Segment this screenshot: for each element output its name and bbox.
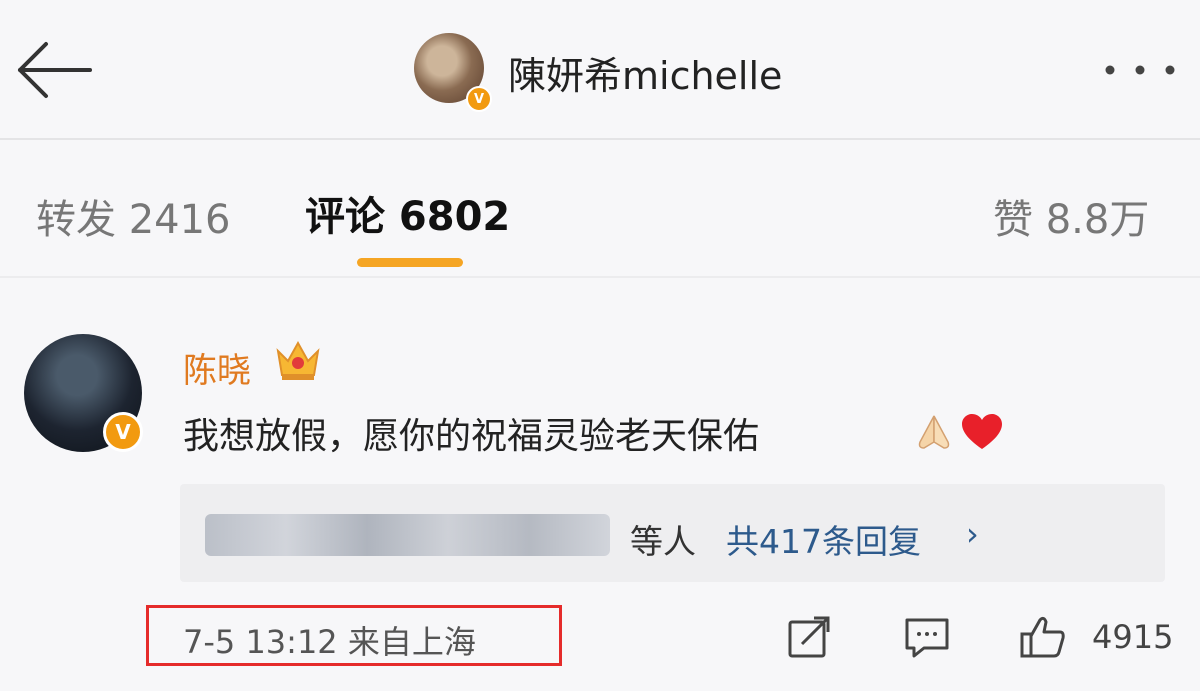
back-arrow-icon[interactable] bbox=[14, 38, 94, 102]
tab-comments[interactable]: 评论 6802 bbox=[305, 184, 510, 242]
comment-text: 我想放假，愿你的祝福灵验老天保佑 bbox=[183, 416, 760, 457]
replies-prefix: 等人 bbox=[630, 522, 696, 561]
tab-repost[interactable]: 转发 2416 bbox=[36, 187, 231, 245]
share-icon[interactable] bbox=[784, 612, 834, 662]
active-tab-indicator bbox=[357, 258, 463, 267]
like-count: 4915 bbox=[1092, 618, 1174, 656]
crown-icon bbox=[276, 340, 320, 380]
comment-meta: 7-5 13:12 来自上海 bbox=[183, 623, 476, 661]
verified-badge-icon: V bbox=[466, 86, 492, 112]
heart-icon bbox=[962, 414, 1002, 449]
page-title[interactable]: 陳妍希michelle bbox=[508, 45, 782, 100]
verified-badge-icon: V bbox=[103, 412, 143, 452]
comment-icon[interactable] bbox=[902, 612, 952, 662]
chevron-right-icon[interactable]: › bbox=[966, 515, 979, 553]
tab-likes[interactable]: 赞 8.8万 bbox=[993, 187, 1149, 245]
replies-count-link[interactable]: 共417条回复 bbox=[726, 515, 921, 563]
blurred-reply-names bbox=[205, 514, 610, 556]
more-horizontal-icon[interactable] bbox=[1100, 52, 1180, 88]
thumbs-up-icon[interactable] bbox=[1018, 612, 1068, 662]
commenter-name[interactable]: 陈晓 bbox=[183, 343, 251, 392]
praying-hands-icon bbox=[918, 415, 950, 449]
